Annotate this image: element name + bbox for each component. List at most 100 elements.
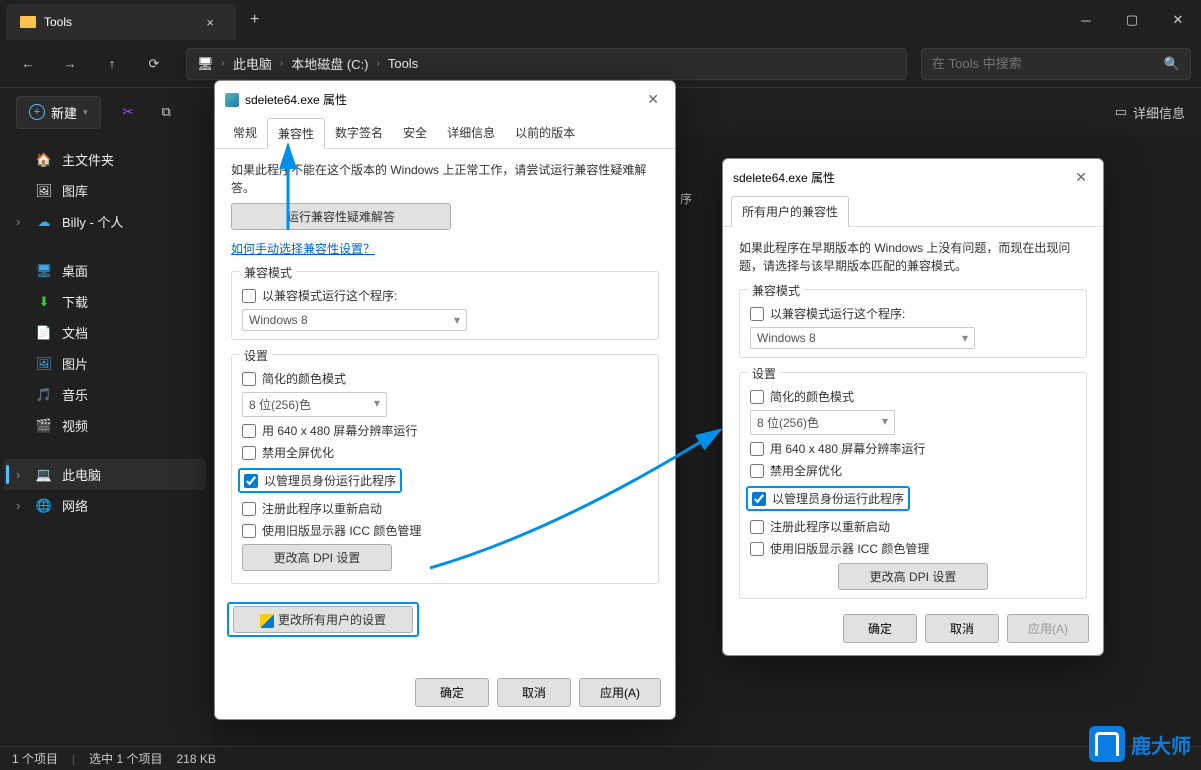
sidebar-item-pictures[interactable]: 🖼图片 xyxy=(4,348,206,379)
column-fragment: 序 xyxy=(680,190,692,207)
manual-link[interactable]: 如何手动选择兼容性设置？ xyxy=(231,240,375,257)
cancel-button[interactable]: 取消 xyxy=(925,614,999,643)
pc-icon: 💻 xyxy=(36,467,52,483)
sidebar-item-videos[interactable]: 🎬视频 xyxy=(4,410,206,441)
breadcrumb-item[interactable]: 此电脑 xyxy=(233,54,272,73)
details-label: 详细信息 xyxy=(1133,103,1185,122)
close-tab-button[interactable]: × xyxy=(198,11,222,34)
close-dialog-button[interactable]: ✕ xyxy=(1069,167,1093,188)
close-dialog-button[interactable]: ✕ xyxy=(641,89,665,110)
legacy-icc-checkbox[interactable]: 使用旧版显示器 ICC 颜色管理 xyxy=(750,540,1076,557)
close-window-button[interactable]: ✕ xyxy=(1155,0,1201,40)
refresh-button[interactable]: ⟳ xyxy=(136,46,172,82)
up-button[interactable]: ↑ xyxy=(94,46,130,82)
color-depth-select[interactable]: 8 位(256)色▾ xyxy=(750,410,895,435)
desktop-icon: 🖥 xyxy=(36,263,52,279)
group-title: 兼容模式 xyxy=(748,282,804,299)
admin-highlight: 以管理员身份运行此程序 xyxy=(238,468,402,493)
tab-details[interactable]: 详细信息 xyxy=(437,118,505,148)
compat-description: 如果此程序在早期版本的 Windows 上没有问题，而现在出现问题，请选择与该早… xyxy=(739,239,1087,275)
register-restart-checkbox[interactable]: 注册此程序以重新启动 xyxy=(242,500,648,517)
details-button[interactable]: ▭ 详细信息 xyxy=(1115,103,1185,122)
run-as-admin-checkbox[interactable]: 以管理员身份运行此程序 xyxy=(244,472,396,489)
register-restart-checkbox[interactable]: 注册此程序以重新启动 xyxy=(750,518,1076,535)
folder-icon xyxy=(20,16,36,28)
sidebar-item-home[interactable]: 🏠主文件夹 xyxy=(4,144,206,175)
dialog-tabs: 所有用户的兼容性 xyxy=(723,196,1103,227)
disable-fullscreen-checkbox[interactable]: 禁用全屏优化 xyxy=(242,444,648,461)
res-640-checkbox[interactable]: 用 640 x 480 屏幕分辨率运行 xyxy=(242,422,648,439)
sidebar-item-downloads[interactable]: ⬇下载 xyxy=(4,286,206,317)
compat-os-select[interactable]: Windows 8▾ xyxy=(750,327,975,349)
chevron-right-icon: › xyxy=(222,58,225,69)
dpi-settings-button[interactable]: 更改高 DPI 设置 xyxy=(838,563,988,590)
titlebar: Tools × + ─ ▢ ✕ xyxy=(0,0,1201,40)
music-icon: 🎵 xyxy=(36,387,52,403)
dialog-buttons: 确定 取消 应用(A) xyxy=(843,614,1089,643)
reduced-color-checkbox[interactable]: 简化的颜色模式 xyxy=(242,370,648,387)
dialog-title: sdelete64.exe 属性 xyxy=(733,169,835,186)
breadcrumb-item[interactable]: Tools xyxy=(388,56,418,71)
new-button[interactable]: + 新建 ▾ xyxy=(16,96,101,129)
sidebar-item-this-pc[interactable]: 💻此电脑 xyxy=(4,459,206,490)
tab-security[interactable]: 安全 xyxy=(393,118,437,148)
settings-group: 设置 简化的颜色模式 8 位(256)色▾ 用 640 x 480 屏幕分辨率运… xyxy=(739,372,1087,599)
run-as-admin-checkbox[interactable]: 以管理员身份运行此程序 xyxy=(752,490,904,507)
dialog-title-bar[interactable]: sdelete64.exe 属性 ✕ xyxy=(215,81,675,118)
sidebar-item-documents[interactable]: 📄文档 xyxy=(4,317,206,348)
pictures-icon: 🖼 xyxy=(36,356,52,372)
cut-icon[interactable]: ✂ xyxy=(117,98,140,126)
breadcrumb-item[interactable]: 本地磁盘 (C:) xyxy=(291,54,368,73)
dpi-settings-button[interactable]: 更改高 DPI 设置 xyxy=(242,544,392,571)
search-input[interactable] xyxy=(932,56,1164,71)
tab-general[interactable]: 常规 xyxy=(223,118,267,148)
group-title: 兼容模式 xyxy=(240,264,296,281)
legacy-icc-checkbox[interactable]: 使用旧版显示器 ICC 颜色管理 xyxy=(242,522,648,539)
sidebar-item-gallery[interactable]: 🖼图库 xyxy=(4,175,206,206)
exe-icon xyxy=(225,93,239,107)
minimize-button[interactable]: ─ xyxy=(1063,0,1109,40)
network-icon: 🌐 xyxy=(36,498,52,514)
ok-button[interactable]: 确定 xyxy=(843,614,917,643)
disable-fullscreen-checkbox[interactable]: 禁用全屏优化 xyxy=(750,462,1076,479)
sidebar-item-music[interactable]: 🎵音乐 xyxy=(4,379,206,410)
sidebar-item-personal[interactable]: ☁Billy - 个人 xyxy=(4,206,206,237)
forward-button[interactable]: → xyxy=(52,46,88,82)
cloud-icon: ☁ xyxy=(36,214,52,230)
reduced-color-checkbox[interactable]: 简化的颜色模式 xyxy=(750,388,1076,405)
compat-mode-checkbox[interactable]: 以兼容模式运行这个程序: xyxy=(750,305,1076,322)
window-controls: ─ ▢ ✕ xyxy=(1063,0,1201,40)
properties-dialog-1: sdelete64.exe 属性 ✕ 常规 兼容性 数字签名 安全 详细信息 以… xyxy=(214,80,676,720)
compat-mode-checkbox[interactable]: 以兼容模式运行这个程序: xyxy=(242,287,648,304)
status-bar: 1 个项目 | 选中 1 个项目 218 KB xyxy=(0,746,1201,770)
compat-os-select[interactable]: Windows 8▾ xyxy=(242,309,467,331)
group-title: 设置 xyxy=(240,347,272,364)
tab-compatibility[interactable]: 兼容性 xyxy=(267,118,325,149)
breadcrumb[interactable]: 🖥 › 此电脑 › 本地磁盘 (C:) › Tools xyxy=(186,48,907,80)
tab-title: Tools xyxy=(44,15,190,29)
dialog-title-bar[interactable]: sdelete64.exe 属性 ✕ xyxy=(723,159,1103,196)
maximize-button[interactable]: ▢ xyxy=(1109,0,1155,40)
back-button[interactable]: ← xyxy=(10,46,46,82)
copy-icon[interactable]: ⧉ xyxy=(155,98,176,126)
sidebar-item-desktop[interactable]: 🖥桌面 xyxy=(4,255,206,286)
monitor-icon: 🖥 xyxy=(197,56,214,72)
all-users-settings-button[interactable]: 更改所有用户的设置 xyxy=(233,606,413,633)
apply-button[interactable]: 应用(A) xyxy=(579,678,661,707)
search-box[interactable]: 🔍 xyxy=(921,48,1191,80)
shield-icon xyxy=(260,614,274,628)
sidebar-item-network[interactable]: 🌐网络 xyxy=(4,490,206,521)
new-tab-button[interactable]: + xyxy=(236,11,273,29)
res-640-checkbox[interactable]: 用 640 x 480 屏幕分辨率运行 xyxy=(750,440,1076,457)
color-depth-select[interactable]: 8 位(256)色▾ xyxy=(242,392,387,417)
troubleshoot-button[interactable]: 运行兼容性疑难解答 xyxy=(231,203,451,230)
chevron-right-icon: › xyxy=(280,58,283,69)
window-tab[interactable]: Tools × xyxy=(6,4,236,40)
apply-button[interactable]: 应用(A) xyxy=(1007,614,1089,643)
tab-previous[interactable]: 以前的版本 xyxy=(505,118,585,148)
tab-all-users-compat[interactable]: 所有用户的兼容性 xyxy=(731,196,849,227)
ok-button[interactable]: 确定 xyxy=(415,678,489,707)
cancel-button[interactable]: 取消 xyxy=(497,678,571,707)
tab-digital-sig[interactable]: 数字签名 xyxy=(325,118,393,148)
status-selected: 选中 1 个项目 xyxy=(89,750,162,767)
